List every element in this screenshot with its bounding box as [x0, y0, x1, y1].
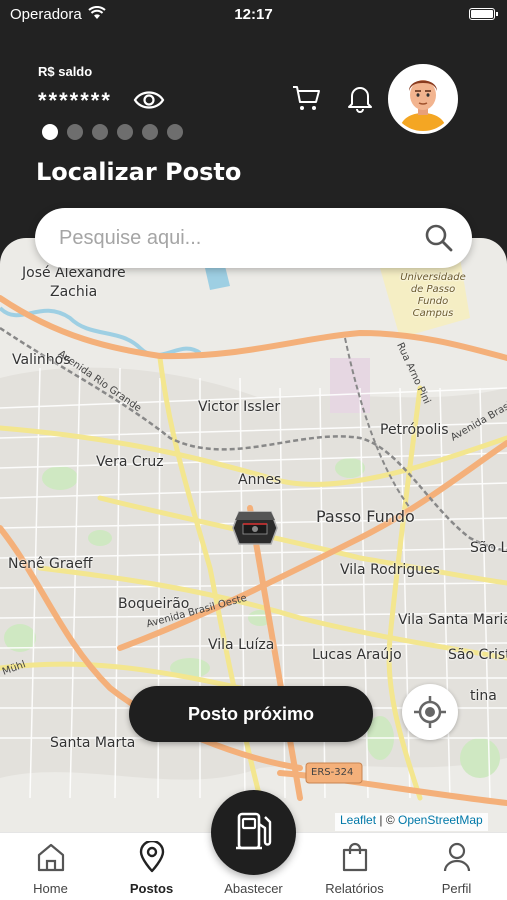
carousel-dot[interactable]: [67, 124, 83, 140]
carousel-indicator: [42, 124, 183, 140]
nav-relatorios-label: Relatórios: [325, 881, 384, 896]
home-icon: [37, 843, 65, 872]
search-input[interactable]: [59, 222, 419, 254]
map-label: Vila Santa Maria: [398, 612, 507, 628]
map-label: Vera Cruz: [96, 454, 164, 470]
balance-value: *******: [38, 88, 112, 113]
nav-postos[interactable]: Postos: [101, 833, 202, 900]
leaflet-link[interactable]: Leaflet: [340, 813, 376, 827]
map-label: Annes: [238, 472, 282, 488]
osm-link[interactable]: OpenStreetMap: [398, 813, 483, 827]
bell-icon[interactable]: [344, 82, 376, 114]
eye-icon[interactable]: [133, 86, 165, 114]
search-icon[interactable]: [424, 223, 454, 253]
map-label: Nenê Graeff: [8, 556, 93, 572]
map-label: Passo Fundo: [316, 507, 415, 526]
shopping-bag-icon: [342, 842, 368, 872]
carousel-dot[interactable]: [117, 124, 133, 140]
nav-home[interactable]: Home: [0, 833, 101, 900]
map-label: Universidade de Passo Fundo Campus: [400, 272, 466, 319]
nav-abastecer-label: Abastecer: [224, 881, 283, 896]
map-label: São Crist: [448, 647, 507, 663]
search-bar: [35, 208, 472, 268]
nav-home-label: Home: [33, 881, 68, 896]
status-bar: Operadora 12:17: [0, 0, 507, 30]
nav-perfil-label: Perfil: [441, 881, 472, 896]
avatar[interactable]: [388, 64, 458, 134]
map-attribution: Leaflet | © OpenStreetMap: [335, 813, 488, 831]
carousel-dot[interactable]: [167, 124, 183, 140]
nav-postos-label: Postos: [129, 881, 174, 896]
map-pin-icon: [139, 841, 165, 873]
nearby-station-label: Posto próximo: [187, 703, 314, 724]
gas-station-marker[interactable]: [229, 506, 281, 550]
map-label: Vila Rodrigues: [340, 562, 440, 578]
user-icon: [443, 842, 471, 872]
balance-label: R$ saldo: [38, 64, 93, 79]
map-label: São Lu: [470, 540, 507, 556]
page-title: Localizar Posto: [36, 158, 242, 186]
map-label: Lucas Araújo: [312, 647, 402, 663]
clock: 12:17: [234, 6, 273, 23]
nearby-station-button[interactable]: Posto próximo: [129, 686, 373, 742]
carousel-dot[interactable]: [42, 124, 58, 140]
nav-relatorios[interactable]: Relatórios: [304, 833, 405, 900]
carousel-dot[interactable]: [142, 124, 158, 140]
road-label: ERS-324: [311, 767, 354, 778]
battery-icon: [469, 8, 498, 20]
abastecer-fab[interactable]: [211, 790, 296, 875]
attribution-separator: | ©: [376, 813, 398, 827]
fuel-pump-icon: [236, 812, 272, 850]
map-label: Victor Issler: [198, 399, 281, 415]
map-label: Petrópolis: [380, 422, 449, 438]
map-label: Zachia: [50, 284, 98, 300]
map-label: Vila Luíza: [208, 637, 275, 653]
map-label: tina: [470, 688, 497, 704]
locate-me-button[interactable]: [402, 684, 458, 740]
carousel-dot[interactable]: [92, 124, 108, 140]
nav-perfil[interactable]: Perfil: [406, 833, 507, 900]
map-label: Santa Marta: [50, 735, 136, 751]
cart-icon[interactable]: [290, 82, 322, 114]
crosshair-icon: [414, 696, 446, 728]
